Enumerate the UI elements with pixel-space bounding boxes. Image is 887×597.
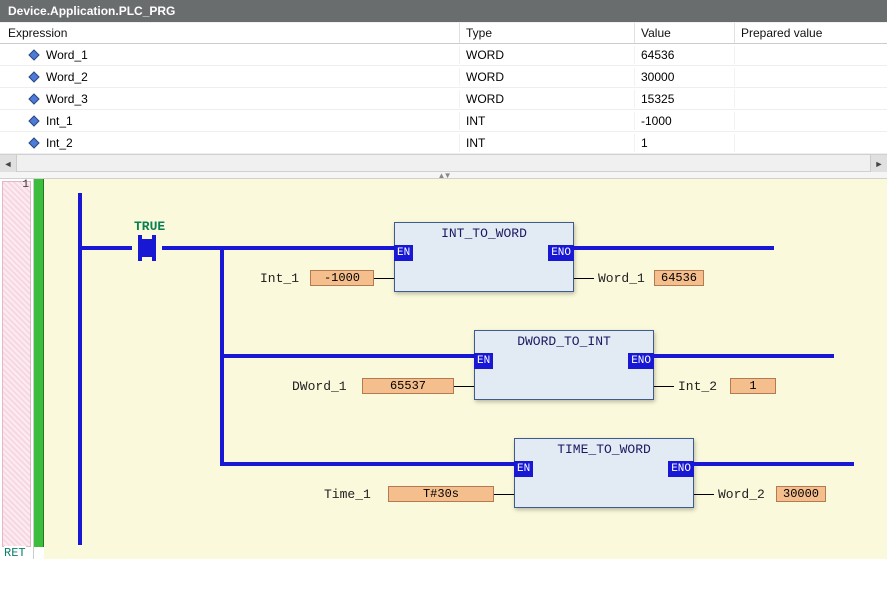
variable-icon	[28, 137, 40, 149]
fb2-input-name: DWord_1	[292, 379, 347, 394]
fb2-input-value[interactable]: 65537	[362, 378, 454, 394]
variable-table-header: Expression Type Value Prepared value	[0, 22, 887, 44]
fb-title: INT_TO_WORD	[395, 226, 573, 241]
power-flow-bar	[34, 179, 44, 547]
variable-value[interactable]: 15325	[635, 90, 735, 108]
wire-thin	[374, 278, 394, 279]
fb-title: DWORD_TO_INT	[475, 334, 653, 349]
fb3-output-name: Word_2	[718, 487, 765, 502]
variable-icon	[28, 71, 40, 83]
port-en: EN	[514, 461, 533, 477]
fb2-output-name: Int_2	[678, 379, 717, 394]
variable-icon	[28, 93, 40, 105]
variable-prepared[interactable]	[735, 53, 887, 57]
variable-value[interactable]: 64536	[635, 46, 735, 64]
variable-type: WORD	[460, 90, 635, 108]
port-en: EN	[394, 245, 413, 261]
fb3-output-value[interactable]: 30000	[776, 486, 826, 502]
wire-thin	[654, 386, 674, 387]
wire	[654, 354, 834, 358]
variable-name: Int_2	[46, 136, 73, 150]
table-row[interactable]: Word_1 WORD64536	[0, 44, 887, 66]
variable-icon	[28, 115, 40, 127]
variable-value[interactable]: 1	[635, 134, 735, 152]
return-label: RET	[4, 546, 26, 560]
table-row[interactable]: Word_2 WORD30000	[0, 66, 887, 88]
port-en: EN	[474, 353, 493, 369]
col-header-value[interactable]: Value	[635, 23, 735, 43]
variable-type: WORD	[460, 68, 635, 86]
variable-name: Word_2	[46, 70, 88, 84]
variable-name: Word_1	[46, 48, 88, 62]
variable-prepared[interactable]	[735, 97, 887, 101]
function-block-int-to-word[interactable]: INT_TO_WORD EN ENO	[394, 222, 574, 292]
variable-prepared[interactable]	[735, 75, 887, 79]
breakpoint-margin[interactable]	[2, 181, 31, 547]
ladder-canvas[interactable]: TRUE INT_TO_WORD EN ENO Int_1 -1000 Word…	[44, 179, 887, 559]
wire	[220, 246, 394, 250]
variable-name: Word_3	[46, 92, 88, 106]
variable-type: INT	[460, 112, 635, 130]
window-title-bar: Device.Application.PLC_PRG	[0, 0, 887, 22]
window-title: Device.Application.PLC_PRG	[8, 4, 175, 18]
fb3-input-value[interactable]: T#30s	[388, 486, 494, 502]
wire	[220, 354, 474, 358]
horizontal-scrollbar[interactable]: ◄ ►	[0, 154, 887, 171]
variable-value[interactable]: 30000	[635, 68, 735, 86]
variable-type: WORD	[460, 46, 635, 64]
variable-icon	[28, 49, 40, 61]
ladder-diagram-area: 1 RET TRUE INT_TO_WORD EN ENO Int_1 -100…	[0, 179, 887, 559]
table-row[interactable]: Int_1 INT-1000	[0, 110, 887, 132]
function-block-dword-to-int[interactable]: DWORD_TO_INT EN ENO	[474, 330, 654, 400]
variable-type: INT	[460, 134, 635, 152]
network-number: 1	[22, 179, 29, 191]
wire	[694, 462, 854, 466]
table-row[interactable]: Word_3 WORD15325	[0, 88, 887, 110]
col-header-prepared[interactable]: Prepared value	[735, 23, 887, 43]
col-header-expression[interactable]: Expression	[0, 23, 460, 43]
wire	[82, 246, 132, 250]
fb1-output-value[interactable]: 64536	[654, 270, 704, 286]
variable-name: Int_1	[46, 114, 73, 128]
wire	[162, 246, 224, 250]
function-block-time-to-word[interactable]: TIME_TO_WORD EN ENO	[514, 438, 694, 508]
contact-bar-right-icon	[152, 235, 156, 261]
scroll-right-arrow[interactable]: ►	[870, 155, 887, 172]
fb1-output-name: Word_1	[598, 271, 645, 286]
fb-title: TIME_TO_WORD	[515, 442, 693, 457]
table-row[interactable]: Int_2 INT1	[0, 132, 887, 154]
wire	[574, 246, 774, 250]
wire	[220, 462, 514, 466]
pane-splitter[interactable]: ▲ ▼	[0, 171, 887, 179]
variable-value[interactable]: -1000	[635, 112, 735, 130]
contact-label-true: TRUE	[134, 219, 165, 234]
port-eno: ENO	[668, 461, 694, 477]
port-eno: ENO	[628, 353, 654, 369]
fb1-input-name: Int_1	[260, 271, 299, 286]
variable-table-body: Word_1WORD64536Word_2WORD30000Word_3WORD…	[0, 44, 887, 154]
fb1-input-value[interactable]: -1000	[310, 270, 374, 286]
wire-thin	[454, 386, 474, 387]
contact-closed-fill	[142, 239, 152, 257]
col-header-type[interactable]: Type	[460, 23, 635, 43]
variable-prepared[interactable]	[735, 119, 887, 123]
wire-thin	[574, 278, 594, 279]
contact-true[interactable]	[132, 235, 162, 261]
wire-thin	[694, 494, 714, 495]
port-eno: ENO	[548, 245, 574, 261]
fb2-output-value[interactable]: 1	[730, 378, 776, 394]
wire-thin	[494, 494, 514, 495]
network-gutter: 1 RET	[0, 179, 34, 559]
variable-prepared[interactable]	[735, 141, 887, 145]
fb3-input-name: Time_1	[324, 487, 371, 502]
scroll-left-arrow[interactable]: ◄	[0, 155, 17, 172]
